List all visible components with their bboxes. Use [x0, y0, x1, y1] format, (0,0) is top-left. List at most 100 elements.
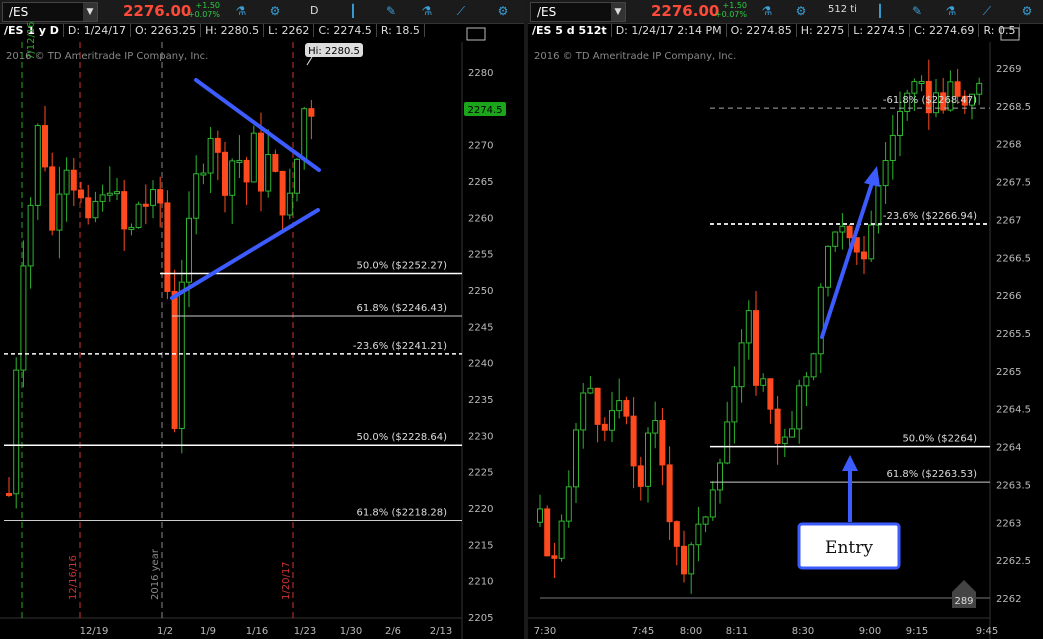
candle-body — [875, 185, 882, 226]
candle-body — [229, 160, 236, 196]
y-tick-label: 2220 — [468, 504, 493, 515]
candle-body — [702, 516, 709, 525]
drawing-tool-icon — [1000, 27, 1020, 41]
y-tick-label: 2245 — [468, 322, 493, 333]
candle-body — [150, 189, 156, 206]
candle-body — [565, 486, 572, 522]
candle-body — [659, 420, 666, 466]
trendline-upper — [194, 78, 321, 172]
x-tick-label: 7:45 — [632, 626, 654, 637]
candle-body — [673, 521, 680, 547]
candle-body — [810, 353, 817, 378]
candle-body — [164, 202, 171, 292]
candle-body — [861, 251, 867, 260]
candle-body — [200, 172, 207, 176]
vertical-marker-label: 1/20/17 — [281, 561, 292, 600]
y-tick-label: 2270 — [468, 141, 493, 152]
y-tick-label: 2260 — [468, 213, 493, 224]
candle-body — [897, 110, 903, 136]
candle-body — [954, 81, 961, 97]
fib-level-label: -61.8% ($2268.47) — [883, 95, 977, 106]
candle-body — [56, 193, 63, 231]
candle-body — [186, 217, 192, 283]
candle-body — [753, 310, 759, 386]
candle-body — [135, 203, 142, 228]
vertical-marker-label: 7/12/16 — [26, 21, 37, 60]
candle-body — [803, 376, 810, 387]
candle-body — [6, 492, 12, 496]
candle-body — [817, 286, 824, 355]
y-tick-label: 2265 — [996, 367, 1021, 378]
candle-body — [645, 432, 651, 487]
fib-level-label: -23.6% ($2266.94) — [883, 211, 977, 222]
candle-body — [13, 369, 20, 495]
y-tick-label: 2267 — [996, 215, 1021, 226]
entry-callout-label: Entry — [825, 538, 873, 558]
y-tick-label: 2255 — [468, 250, 493, 261]
y-tick-label: 2240 — [468, 359, 493, 370]
candle-body — [587, 387, 594, 394]
x-tick-label: 1/16 — [246, 626, 268, 637]
y-tick-label: 2225 — [468, 468, 493, 479]
candle-body — [171, 290, 178, 429]
candle-body — [551, 555, 558, 559]
x-tick-label: 1/9 — [200, 626, 216, 637]
candle-body — [825, 245, 831, 288]
candle-body — [652, 420, 659, 434]
y-tick-label: 2266.5 — [996, 253, 1031, 264]
candle-body — [688, 544, 695, 575]
x-tick-label: 9:15 — [906, 626, 928, 637]
candle-body — [272, 154, 279, 172]
candle-body — [34, 125, 41, 206]
y-tick-label: 2269 — [996, 64, 1021, 75]
y-tick-label: 2215 — [468, 540, 493, 551]
candle-body — [601, 423, 608, 431]
candle-body — [781, 436, 788, 444]
candle-body — [236, 159, 243, 163]
candle-body — [27, 204, 34, 267]
y-tick-label: 2280 — [468, 68, 493, 79]
candle-body — [846, 225, 853, 239]
candle-body — [666, 464, 673, 523]
y-tick-label: 2263.5 — [996, 480, 1031, 491]
y-tick-label: 2230 — [468, 431, 493, 442]
right-price-chart[interactable]: 2269 2268.5 2268 2267.5 2267 2266.5 2266 2265.5… — [528, 0, 1043, 639]
candle-body — [258, 132, 264, 192]
candle-body — [99, 194, 106, 202]
candle-body — [308, 108, 315, 117]
candle-body — [207, 137, 214, 174]
x-tick-label: 2/6 — [385, 626, 401, 637]
fib-level-label: 61.8% ($2263.53) — [887, 469, 978, 480]
volume-badge-label: 289 — [954, 596, 973, 607]
y-tick-label: 2265 — [468, 177, 493, 188]
vertical-marker-label: 2016 year — [150, 548, 161, 600]
candle-body — [889, 134, 896, 162]
candle-body — [839, 225, 846, 233]
x-tick-label: 2/13 — [430, 626, 452, 637]
fib-level-label: 50.0% ($2264) — [902, 434, 977, 445]
y-tick-label: 2267.5 — [996, 178, 1031, 189]
candle-body — [294, 158, 300, 194]
x-tick-label: 8:00 — [680, 626, 702, 637]
y-tick-label: 2205 — [468, 613, 493, 624]
candle-body — [724, 421, 731, 464]
y-tick-label: 2210 — [468, 577, 493, 588]
y-tick-label: 2235 — [468, 395, 493, 406]
fib-level-label: -23.6% ($2241.21) — [353, 341, 447, 352]
candle-body — [78, 189, 84, 199]
x-tick-label: 9:45 — [976, 626, 998, 637]
candle-body — [286, 192, 293, 216]
vertical-marker-label: 12/16/16 — [68, 555, 79, 600]
fib-level-label: 61.8% ($2246.43) — [357, 303, 448, 314]
y-tick-label: 2263 — [996, 518, 1021, 529]
left-price-chart[interactable]: 2280227522702265226022552250224522402235… — [0, 0, 524, 639]
candle-body — [738, 342, 745, 388]
candle-body — [630, 415, 637, 467]
candle-body — [85, 197, 92, 219]
candle-body — [92, 200, 99, 219]
candle-body — [767, 378, 774, 410]
candle-body — [128, 226, 135, 230]
y-tick-label: 2264.5 — [996, 405, 1031, 416]
candle-body — [789, 428, 795, 438]
hi-bubble-pointer — [306, 56, 313, 66]
